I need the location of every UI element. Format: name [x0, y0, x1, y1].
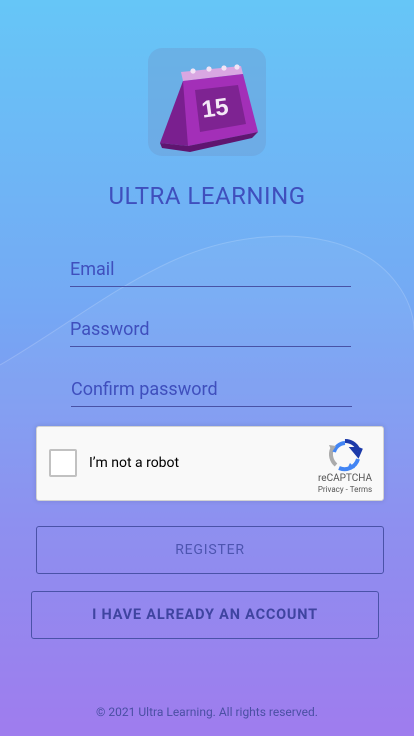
- recaptcha-widget: I’m not a robot reCAPTCHA Privacy - Term…: [36, 426, 384, 501]
- confirm-password-field[interactable]: [71, 379, 352, 400]
- calendar-icon: 15: [160, 64, 258, 152]
- calendar-day-number: 15: [200, 93, 230, 123]
- recaptcha-links: Privacy - Terms: [307, 485, 383, 494]
- register-screen: 15 ULTRA LEARNING I’m not a robot reCAPT…: [0, 0, 414, 736]
- recaptcha-terms-link[interactable]: Terms: [350, 485, 372, 494]
- recaptcha-label: I’m not a robot: [89, 455, 180, 471]
- confirm-password-field-container: [71, 366, 352, 407]
- footer-copyright: © 2021 Ultra Learning. All rights reserv…: [96, 705, 318, 719]
- password-field-container: [70, 306, 351, 347]
- app-title: ULTRA LEARNING: [108, 182, 306, 210]
- recaptcha-checkbox[interactable]: [49, 449, 77, 477]
- app-logo: 15: [148, 48, 266, 156]
- password-field[interactable]: [70, 319, 351, 340]
- email-field-container: [70, 246, 351, 287]
- have-account-button[interactable]: I HAVE ALREADY AN ACCOUNT: [31, 591, 379, 639]
- recaptcha-brand: reCAPTCHA: [317, 473, 373, 484]
- recaptcha-privacy-link[interactable]: Privacy: [318, 485, 344, 494]
- email-field[interactable]: [70, 259, 351, 280]
- recaptcha-icon: [328, 439, 363, 472]
- register-button[interactable]: REGISTER: [36, 526, 384, 574]
